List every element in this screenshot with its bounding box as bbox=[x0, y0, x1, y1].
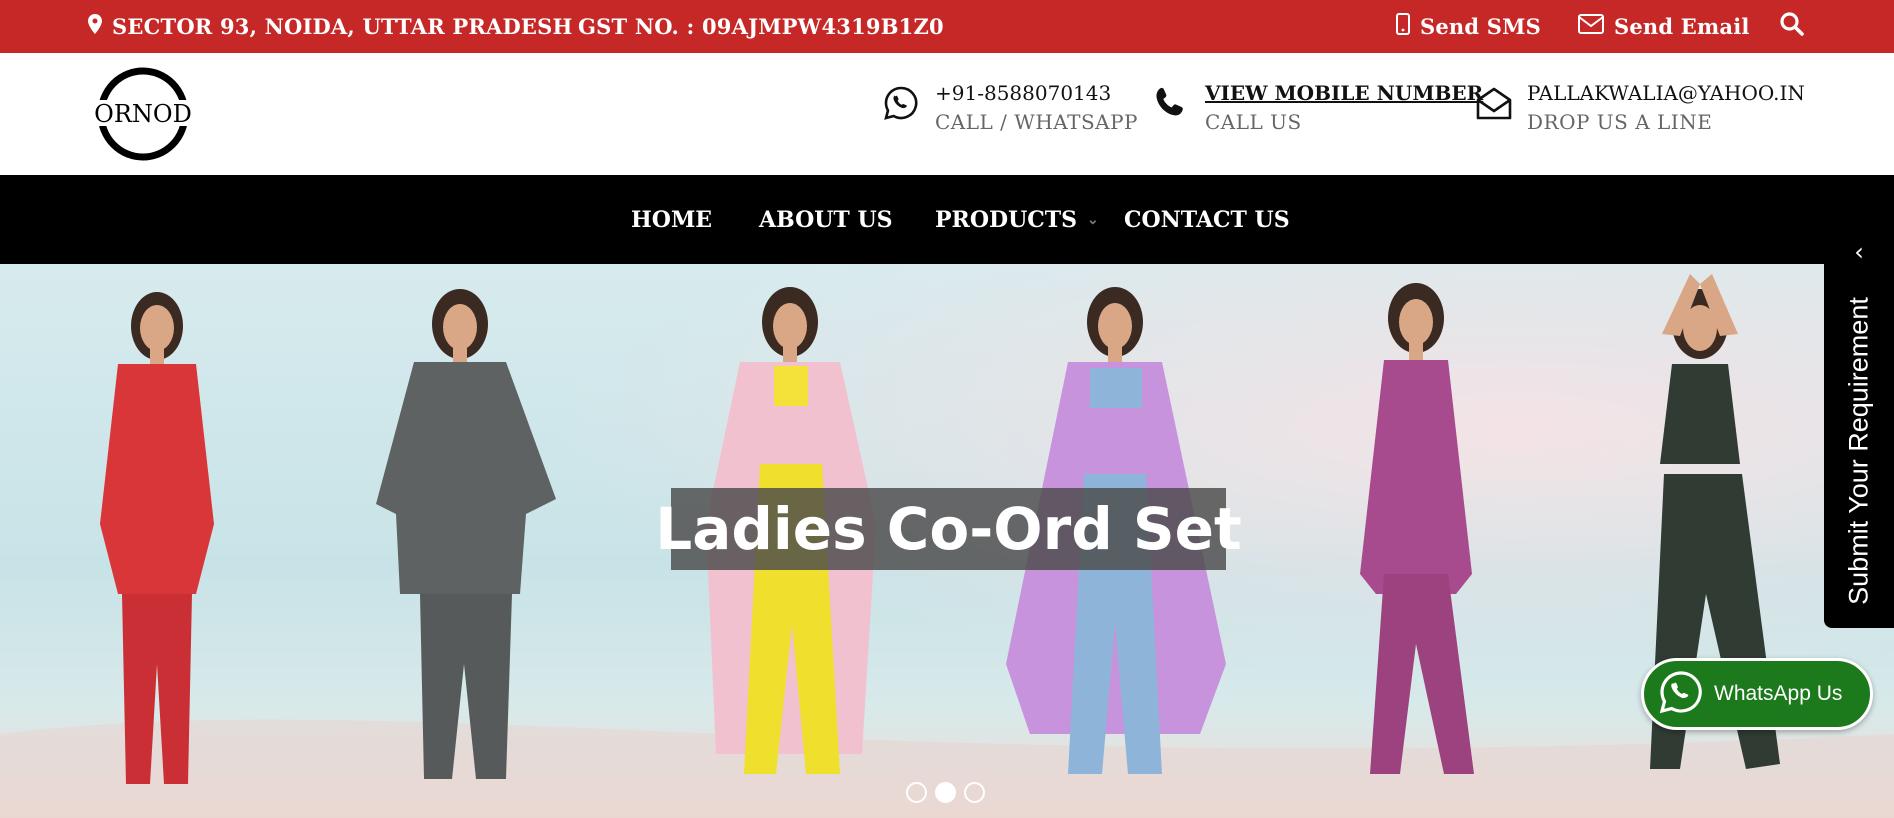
logo-text: ORNOD bbox=[94, 100, 192, 128]
view-mobile-number-link[interactable]: VIEW MOBILE NUMBER bbox=[1205, 79, 1483, 107]
gst-number: GST NO. : 09AJMPW4319B1Z0 bbox=[578, 14, 944, 39]
slider-dots bbox=[906, 782, 985, 803]
phone-icon bbox=[1153, 85, 1193, 125]
send-sms-link[interactable]: Send SMS bbox=[1396, 0, 1541, 53]
model-5 bbox=[1360, 283, 1474, 774]
whatsapp-us-button[interactable]: WhatsApp Us bbox=[1641, 658, 1873, 730]
whatsapp-icon bbox=[883, 85, 923, 125]
nav-about-us[interactable]: ABOUT US bbox=[759, 175, 893, 264]
model-2 bbox=[376, 289, 556, 779]
email-caption: DROP US A LINE bbox=[1527, 110, 1713, 134]
send-sms-label: Send SMS bbox=[1420, 14, 1541, 39]
envelope-icon bbox=[1578, 14, 1614, 39]
whatsapp-icon bbox=[1658, 669, 1704, 719]
submit-requirement-label: Submit Your Requirement bbox=[1843, 297, 1874, 605]
email-address[interactable]: PALLAKWALIA@YAHOO.IN bbox=[1527, 79, 1805, 107]
send-email-link[interactable]: Send Email bbox=[1578, 0, 1750, 53]
nav-home[interactable]: HOME bbox=[631, 175, 712, 264]
site-header: ORNOD +91-8588070143 CALL / WHATSAPP VIE… bbox=[0, 53, 1894, 175]
whatsapp-number[interactable]: +91-8588070143 bbox=[935, 79, 1138, 107]
slider-dot-1[interactable] bbox=[906, 782, 927, 803]
nav-products[interactable]: PRODUCTS ⌄ bbox=[935, 175, 1099, 264]
site-logo[interactable]: ORNOD bbox=[86, 67, 200, 161]
whatsapp-contact: +91-8588070143 CALL / WHATSAPP bbox=[883, 79, 1138, 137]
main-nav: HOME ABOUT US PRODUCTS ⌄ CONTACT US bbox=[0, 175, 1894, 264]
whatsapp-us-label: WhatsApp Us bbox=[1714, 682, 1843, 705]
search-button[interactable] bbox=[1779, 0, 1815, 53]
search-icon bbox=[1779, 11, 1815, 42]
chevron-left-icon[interactable]: ‹ bbox=[1824, 238, 1894, 266]
submit-requirement-tab[interactable]: ‹ Submit Your Requirement bbox=[1824, 226, 1894, 628]
top-bar: SECTOR 93, NOIDA, UTTAR PRADESH GST NO. … bbox=[0, 0, 1894, 53]
chevron-down-icon: ⌄ bbox=[1087, 211, 1099, 228]
map-pin-icon bbox=[88, 14, 112, 39]
phone-caption: CALL US bbox=[1205, 110, 1302, 134]
open-envelope-icon bbox=[1475, 85, 1515, 125]
model-1 bbox=[100, 292, 214, 784]
hero-title: Ladies Co-Ord Set bbox=[655, 488, 1242, 570]
nav-products-label: PRODUCTS bbox=[935, 206, 1078, 233]
slider-dot-3[interactable] bbox=[964, 782, 985, 803]
slider-dot-2[interactable] bbox=[935, 782, 956, 803]
mobile-icon bbox=[1396, 13, 1420, 40]
whatsapp-caption: CALL / WHATSAPP bbox=[935, 110, 1139, 134]
address: SECTOR 93, NOIDA, UTTAR PRADESH bbox=[88, 0, 573, 53]
phone-contact: VIEW MOBILE NUMBER CALL US bbox=[1153, 79, 1483, 137]
hero-slider: Ladies Co-Ord Set bbox=[0, 264, 1894, 818]
send-email-label: Send Email bbox=[1614, 14, 1750, 39]
address-text: SECTOR 93, NOIDA, UTTAR PRADESH bbox=[112, 14, 573, 39]
nav-contact-us[interactable]: CONTACT US bbox=[1124, 175, 1290, 264]
email-contact: PALLAKWALIA@YAHOO.IN DROP US A LINE bbox=[1475, 79, 1805, 137]
